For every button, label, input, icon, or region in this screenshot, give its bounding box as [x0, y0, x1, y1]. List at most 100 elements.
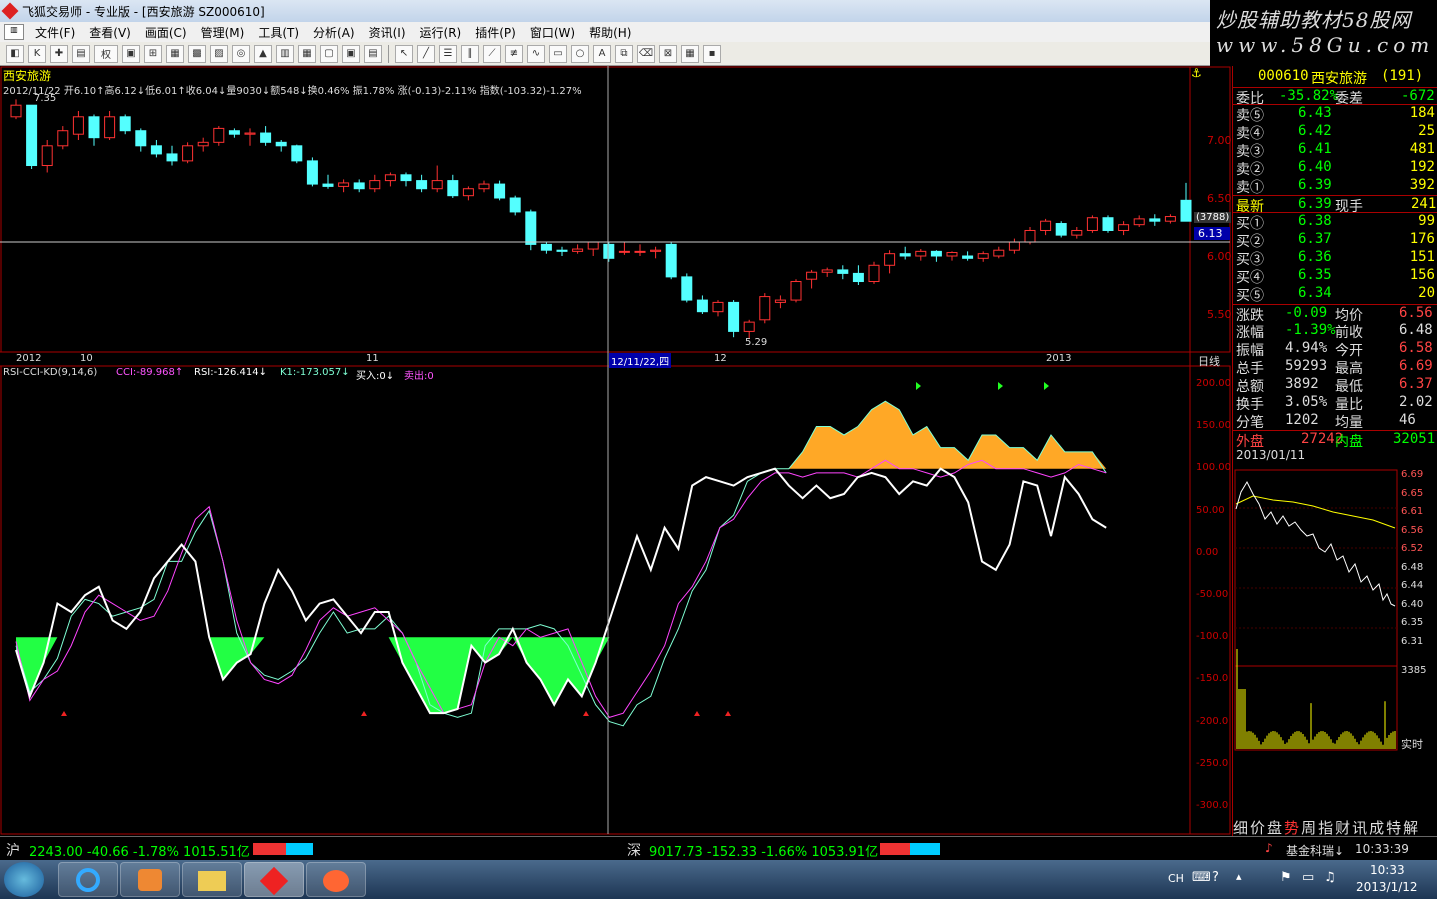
- tab-jie[interactable]: 解: [1403, 817, 1418, 837]
- lock-icon[interactable]: ⊠: [659, 44, 677, 63]
- wave-icon[interactable]: ∿: [527, 44, 545, 63]
- menu-analysis[interactable]: 分析(A): [306, 24, 362, 41]
- tab-cai[interactable]: 财: [1335, 817, 1350, 837]
- flag-icon[interactable]: ⚑: [1280, 870, 1292, 885]
- menu-tools[interactable]: 工具(T): [251, 24, 306, 41]
- fan-icon[interactable]: ⟋: [483, 44, 501, 63]
- menu-run[interactable]: 运行(R): [413, 24, 469, 41]
- window-icon[interactable]: ▢: [320, 44, 338, 63]
- quan-button[interactable]: 权: [94, 44, 118, 63]
- explorer-taskbar-icon[interactable]: [182, 862, 242, 897]
- price-min-label: 5.29: [745, 337, 768, 348]
- alarm-icon[interactable]: ▲: [254, 44, 272, 63]
- text-tool-icon[interactable]: A: [593, 44, 611, 63]
- menu-window[interactable]: 窗口(W): [523, 24, 582, 41]
- xianshou-value: 241: [1411, 196, 1437, 212]
- app-menu-icon[interactable]: ▥: [4, 24, 24, 40]
- candle-body: [494, 183, 506, 199]
- chart-area[interactable]: [0, 66, 1232, 836]
- clock-date[interactable]: 2013/1/12: [1356, 880, 1418, 894]
- menu-help[interactable]: 帮助(H): [582, 24, 638, 41]
- sell-label: 卖②: [1236, 162, 1264, 178]
- record-icon[interactable]: ▩: [188, 44, 206, 63]
- window-title: 飞狐交易师 - 专业版 - [西安旅游 SZ000610]: [22, 4, 265, 19]
- status-bar: 沪 2243.00 -40.66 -1.78% 1015.51亿 深 9017.…: [0, 836, 1437, 860]
- weibo-taskbar-icon[interactable]: [306, 862, 366, 897]
- candle-body: [1024, 229, 1036, 243]
- tab-te[interactable]: 特: [1386, 817, 1401, 837]
- rect-icon[interactable]: ▭: [549, 44, 567, 63]
- folder-icon[interactable]: ▤: [72, 44, 90, 63]
- tab-xi[interactable]: 细: [1233, 817, 1248, 837]
- color-icon[interactable]: ▦: [681, 44, 699, 63]
- indicator-name[interactable]: RSI-CCI-KD(9,14,6): [3, 367, 97, 378]
- ie-taskbar-icon[interactable]: [58, 862, 118, 897]
- candle-body: [821, 269, 833, 273]
- tab-shi[interactable]: 势: [1284, 817, 1299, 837]
- stat-row: 涨跌 -0.09 均价 6.56: [1233, 304, 1437, 324]
- channel-icon[interactable]: ≢: [505, 44, 523, 63]
- anchor-icon[interactable]: ⚓: [1191, 66, 1202, 80]
- fund-ticker[interactable]: 基金科瑞↓: [1286, 842, 1344, 859]
- panel-icon[interactable]: ▤: [364, 44, 382, 63]
- volume-icon[interactable]: ♫: [1324, 870, 1336, 885]
- alarm-bell-icon[interactable]: ♪: [1265, 841, 1273, 855]
- hline-icon[interactable]: ☰: [439, 44, 457, 63]
- save-icon[interactable]: ▪: [703, 44, 721, 63]
- book-icon[interactable]: ▦: [166, 44, 184, 63]
- candle-body: [1180, 199, 1192, 222]
- menu-file[interactable]: 文件(F): [28, 24, 82, 41]
- menu-plugin[interactable]: 插件(P): [468, 24, 523, 41]
- ks-icon[interactable]: K: [28, 44, 46, 63]
- help-icon[interactable]: ?: [1212, 870, 1219, 885]
- table-icon[interactable]: ▦: [298, 44, 316, 63]
- candle-body: [681, 276, 693, 301]
- tray-arrow-icon[interactable]: ▴: [1236, 870, 1242, 883]
- keyboard-icon[interactable]: ⌨: [1192, 870, 1211, 885]
- indicator-sell: 卖出:0: [404, 371, 434, 382]
- link-icon[interactable]: ⊞: [144, 44, 162, 63]
- trading-app-taskbar-icon[interactable]: [244, 862, 304, 897]
- lang-indicator[interactable]: CH: [1168, 872, 1184, 885]
- clock-time[interactable]: 10:33: [1370, 863, 1405, 877]
- capital-icon[interactable]: ▣: [122, 44, 140, 63]
- stat-label: 涨幅: [1236, 325, 1264, 341]
- start-button[interactable]: [4, 862, 44, 897]
- stat-value2: 2.02: [1399, 394, 1433, 410]
- chart-icon[interactable]: ▨: [210, 44, 228, 63]
- period-label[interactable]: 日线: [1198, 353, 1220, 369]
- tab-cheng[interactable]: 成: [1369, 817, 1384, 837]
- grid-icon[interactable]: ▥: [276, 44, 294, 63]
- mini-intraday-chart[interactable]: [1233, 464, 1437, 844]
- mini-mode[interactable]: 实时: [1401, 736, 1423, 752]
- line-tool-icon[interactable]: ╱: [417, 44, 435, 63]
- tab-jia[interactable]: 价: [1250, 817, 1265, 837]
- tab-xun[interactable]: 讯: [1352, 817, 1367, 837]
- target-icon[interactable]: ◎: [232, 44, 250, 63]
- vline-icon[interactable]: ∥: [461, 44, 479, 63]
- tab-pan[interactable]: 盘: [1267, 817, 1282, 837]
- menu-info[interactable]: 资讯(I): [362, 24, 413, 41]
- candle-body: [462, 188, 474, 197]
- ellipse-icon[interactable]: ○: [571, 44, 589, 63]
- price-tick-6.00: 6.00: [1207, 250, 1232, 263]
- network-icon[interactable]: ▭: [1302, 870, 1314, 885]
- menu-view[interactable]: 查看(V): [82, 24, 138, 41]
- buy-label: 买⑤: [1236, 288, 1264, 304]
- candle-body: [696, 299, 708, 313]
- tab-zhi[interactable]: 指: [1318, 817, 1333, 837]
- tab-zhou[interactable]: 周: [1301, 817, 1316, 837]
- copy-icon[interactable]: ⧉: [615, 44, 633, 63]
- candle-body: [306, 160, 318, 185]
- eraser-icon[interactable]: ⌫: [637, 44, 655, 63]
- sell-label: 卖①: [1236, 180, 1264, 196]
- cursor-icon[interactable]: ↖: [395, 44, 413, 63]
- sell-volume: 392: [1409, 177, 1435, 193]
- layout-icon[interactable]: ▣: [342, 44, 360, 63]
- add-icon[interactable]: ✚: [50, 44, 68, 63]
- open-icon[interactable]: ◧: [6, 44, 24, 63]
- menu-screen[interactable]: 画面(C): [138, 24, 194, 41]
- candle-body: [88, 116, 100, 139]
- media-taskbar-icon[interactable]: [120, 862, 180, 897]
- menu-manage[interactable]: 管理(M): [194, 24, 252, 41]
